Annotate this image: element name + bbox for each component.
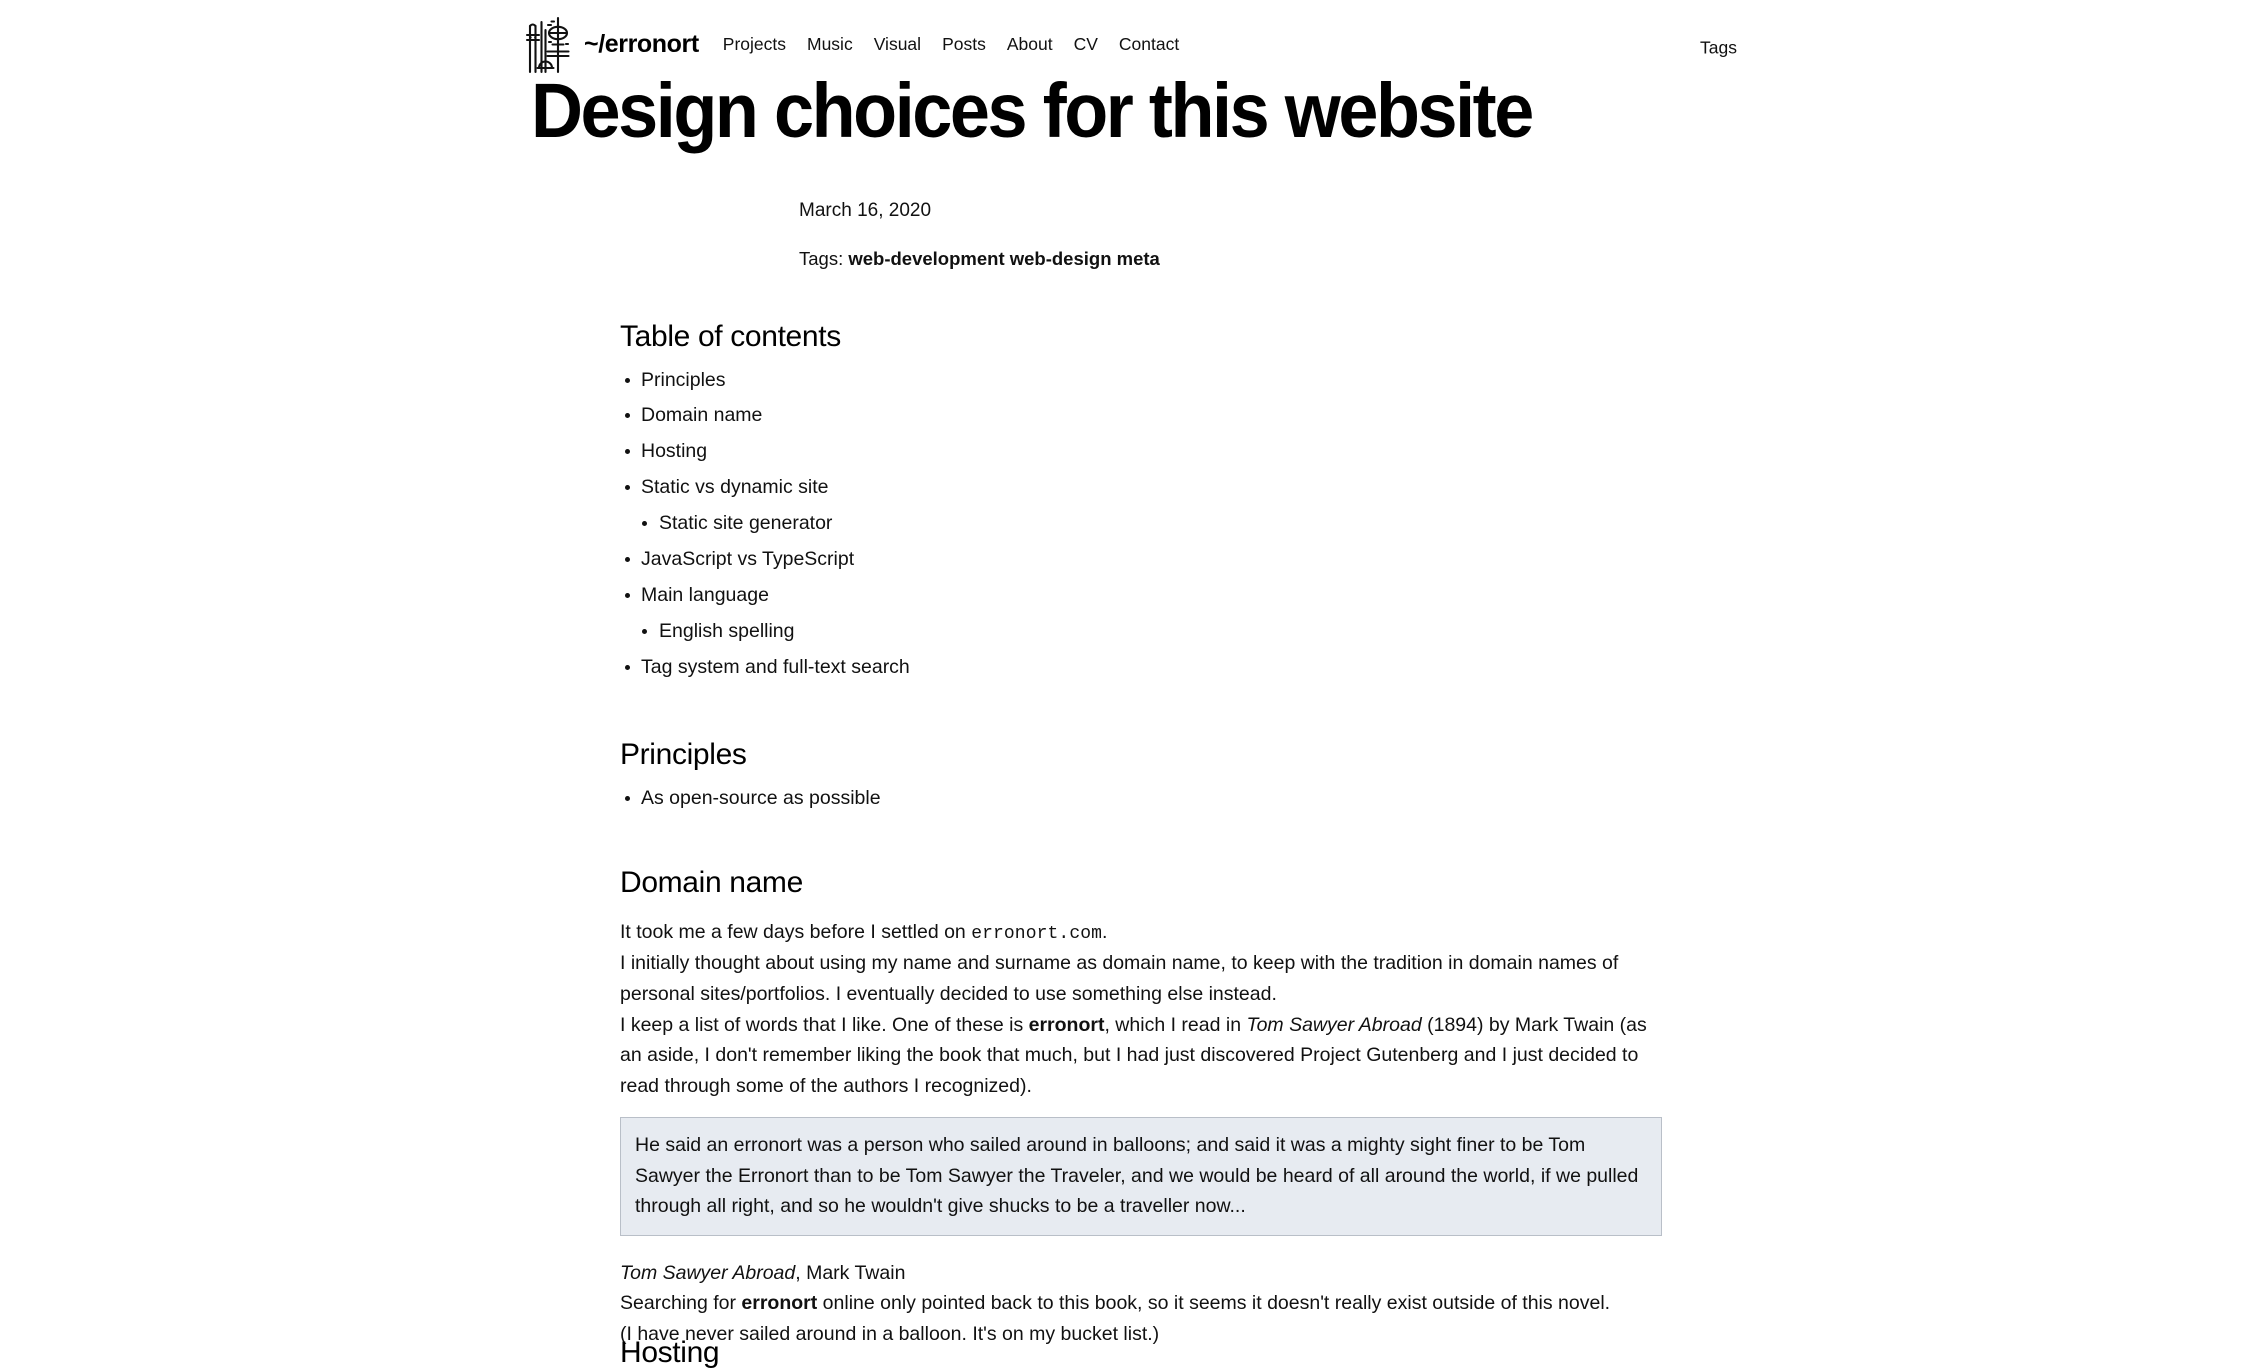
domain-paragraph-4: Searching for erronort online only point… — [620, 1288, 1662, 1319]
domain-p3-bold-erronort: erronort — [1028, 1013, 1105, 1036]
toc-heading: Table of contents — [620, 320, 841, 353]
principles-heading: Principles — [620, 738, 747, 772]
primary-nav: Projects Music Visual Posts About CV Con… — [723, 34, 1179, 55]
domain-p4-a: Searching for — [620, 1292, 742, 1315]
toc-item-english-spelling[interactable]: English spelling — [620, 621, 1662, 642]
domain-p4-bold-erronort: erronort — [741, 1292, 818, 1315]
domain-paragraph-5: (I have never sailed around in a balloon… — [620, 1322, 1160, 1345]
citation-author: , Mark Twain — [795, 1261, 906, 1284]
domain-p1-before: It took me a few days before I settled o… — [620, 921, 972, 944]
nav-link-posts[interactable]: Posts — [942, 34, 986, 55]
header-right-group: Tags — [1700, 38, 1737, 59]
tags-value[interactable]: web-development web-design meta — [848, 248, 1159, 269]
domain-p4-b: online only pointed back to this book, s… — [817, 1292, 1611, 1315]
brand-home-link[interactable]: ~/erronort — [584, 30, 699, 59]
nav-link-cv[interactable]: CV — [1074, 34, 1098, 55]
domain-paragraph-1: It took me a few days before I settled o… — [620, 917, 1662, 948]
toc-item-main-language[interactable]: Main language — [620, 585, 1662, 606]
table-of-contents: Principles Domain name Hosting Static vs… — [620, 369, 1662, 678]
nav-link-contact[interactable]: Contact — [1119, 34, 1179, 55]
domain-p3-b: , which I read in — [1104, 1013, 1247, 1036]
domain-paragraph-2: I initially thought about using my name … — [620, 952, 1619, 1006]
principles-list: As open-source as possible — [620, 787, 1662, 808]
nav-link-music[interactable]: Music — [807, 34, 853, 55]
header-left-group: ~/erronort Projects Music Visual Posts A… — [521, 14, 1179, 74]
citation-book-title: Tom Sawyer Abroad — [620, 1261, 796, 1284]
twain-blockquote: He said an erronort was a person who sai… — [620, 1117, 1662, 1236]
blockquote-citation: Tom Sawyer Abroad, Mark Twain — [620, 1258, 1662, 1289]
page-title: Design choices for this website — [531, 68, 1534, 154]
domain-p3-italic-book-title: Tom Sawyer Abroad — [1246, 1013, 1422, 1036]
principles-item-open-source: As open-source as possible — [620, 787, 1662, 808]
nav-link-about[interactable]: About — [1007, 34, 1053, 55]
toc-item-tag-system[interactable]: Tag system and full-text search — [620, 657, 1662, 678]
post-meta: March 16, 2020 Tags: web-development web… — [799, 200, 1160, 270]
toc-item-domain-name[interactable]: Domain name — [620, 405, 1662, 426]
hosting-heading: Hosting — [620, 1336, 720, 1369]
toc-item-hosting[interactable]: Hosting — [620, 441, 1662, 462]
post-date: March 16, 2020 — [799, 200, 932, 221]
domain-paragraph-3: I keep a list of words that I like. One … — [620, 1010, 1662, 1102]
site-header: ~/erronort Projects Music Visual Posts A… — [0, 0, 2250, 74]
toc-item-javascript-vs-typescript[interactable]: JavaScript vs TypeScript — [620, 549, 1662, 570]
nav-link-projects[interactable]: Projects — [723, 34, 786, 55]
domain-p3-a: I keep a list of words that I like. One … — [620, 1013, 1029, 1036]
post-tags: Tags: web-development web-design meta — [799, 248, 1160, 270]
tags-label: Tags: — [799, 247, 844, 269]
nav-link-visual[interactable]: Visual — [874, 34, 921, 55]
radio-towers-logo-icon[interactable] — [521, 14, 573, 74]
toc-item-static-vs-dynamic[interactable]: Static vs dynamic site — [620, 477, 1662, 498]
domain-name-heading: Domain name — [620, 865, 803, 899]
article-body: Table of contents Principles Domain name… — [620, 318, 1662, 1350]
nav-link-tags[interactable]: Tags — [1700, 38, 1737, 58]
toc-item-principles[interactable]: Principles — [620, 369, 1662, 390]
toc-item-static-site-generator[interactable]: Static site generator — [620, 513, 1662, 534]
domain-code-erronort-com: erronort.com — [971, 924, 1103, 945]
domain-p1-after: . — [1102, 921, 1108, 944]
